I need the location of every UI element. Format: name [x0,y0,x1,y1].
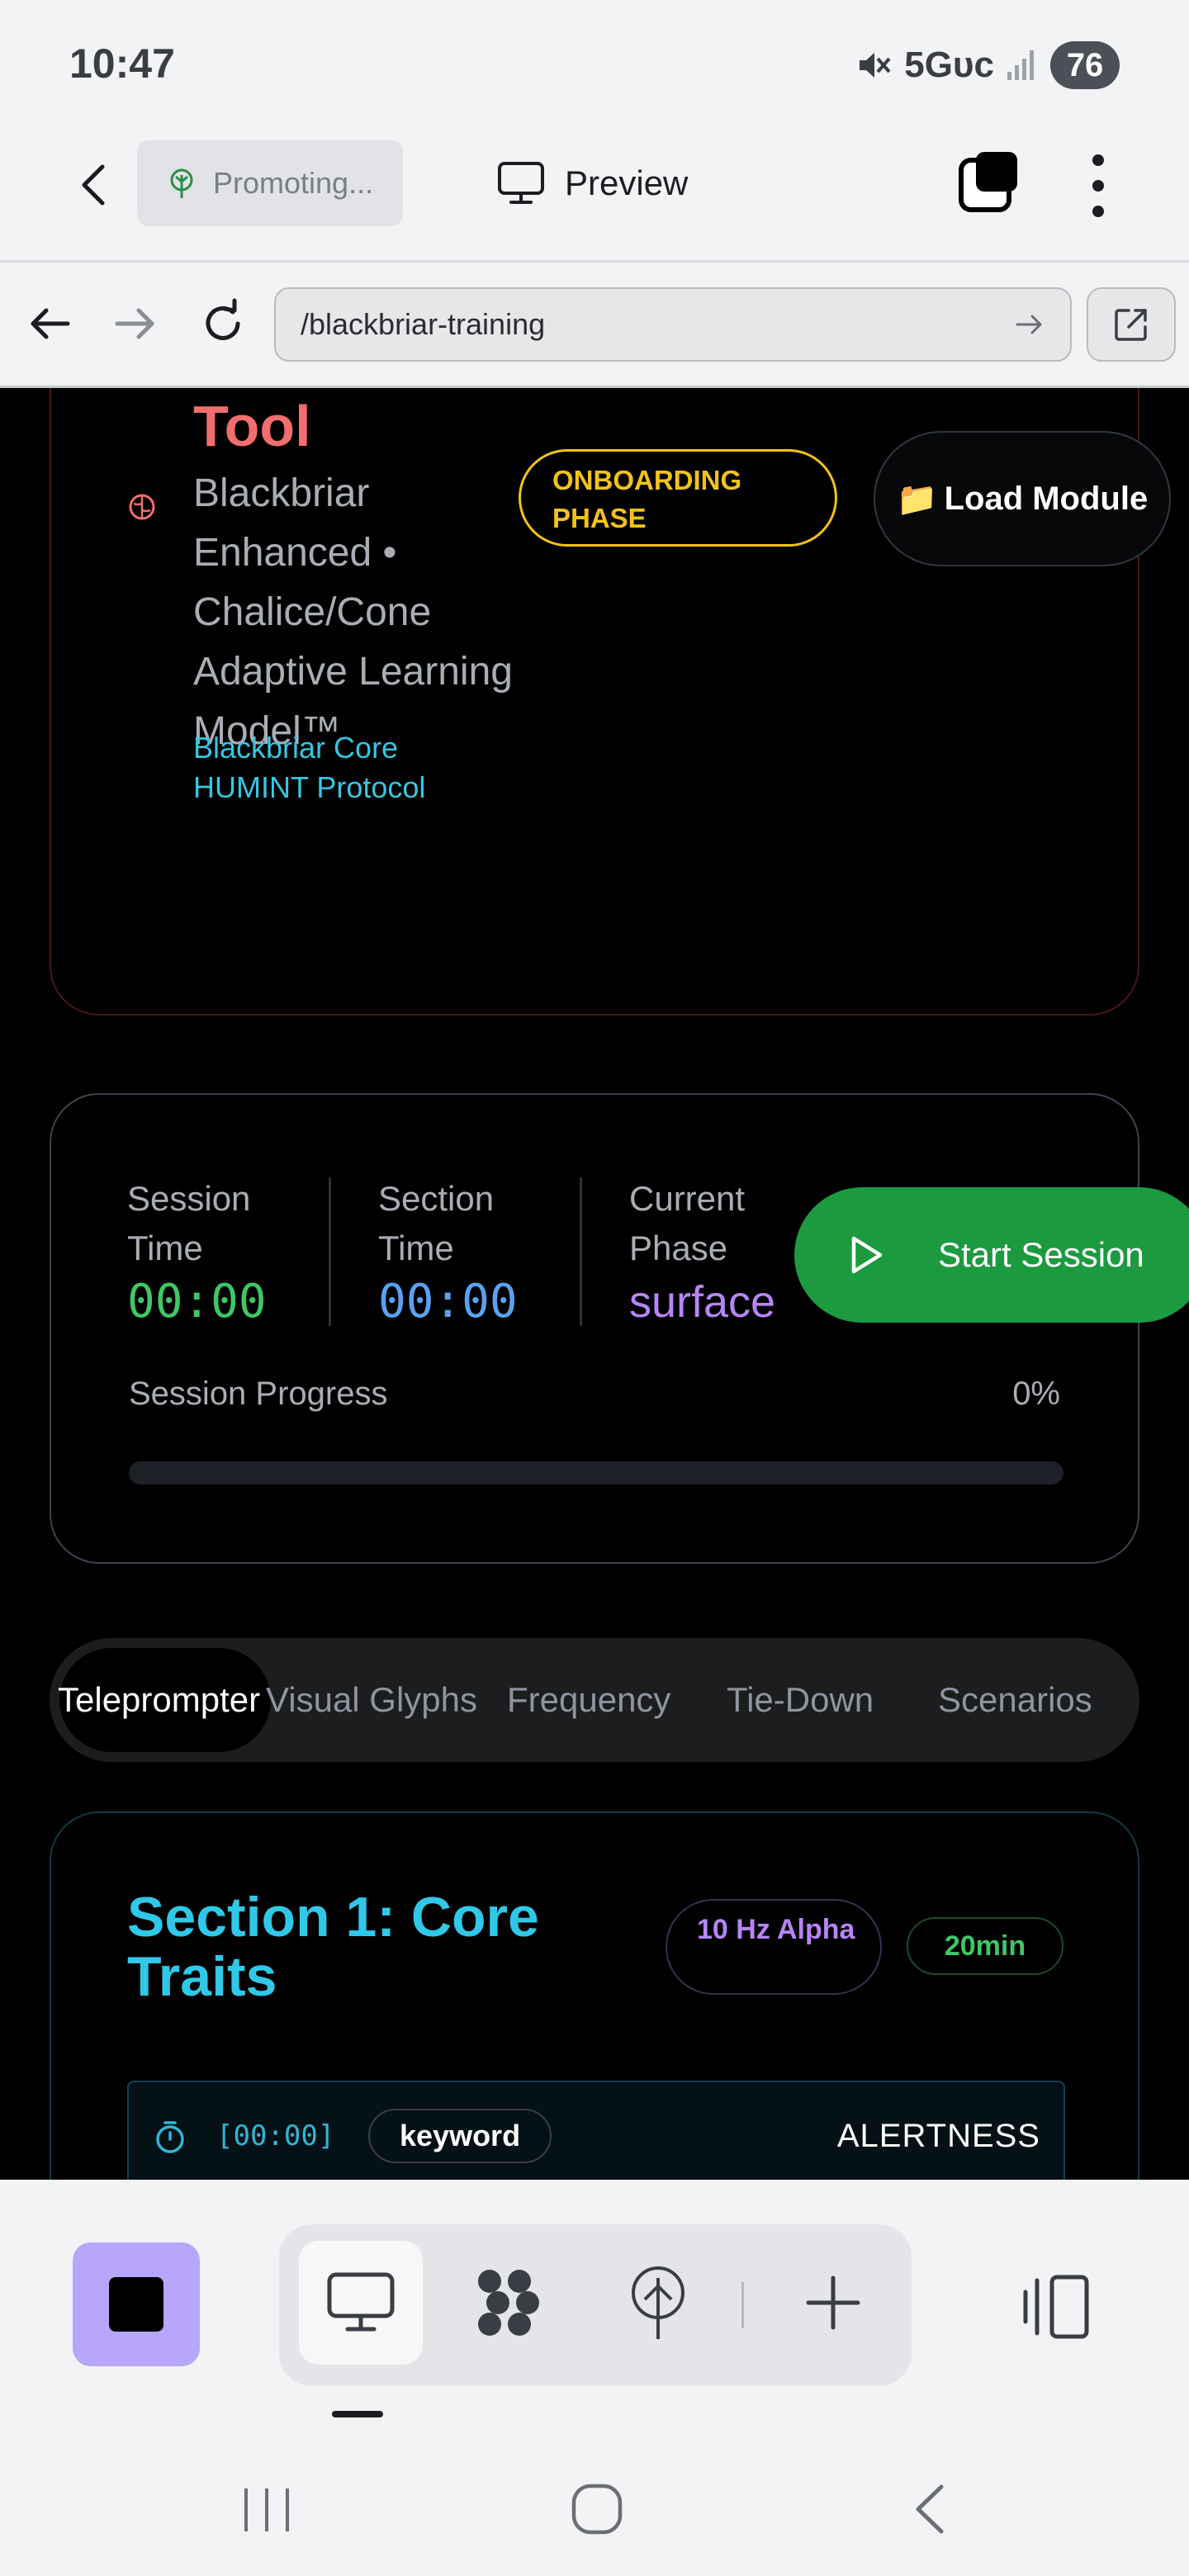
url-text: /blackbriar-training [301,307,546,341]
system-back-icon[interactable] [908,2482,950,2536]
more-options-icon[interactable] [1073,149,1123,223]
network-indicator: 5Gᴜᴄ [904,45,994,85]
browser-toolbar: /blackbriar-training [0,263,1189,388]
promoting-chip[interactable]: Promoting... [137,140,403,226]
current-phase-label: Current Phase [629,1179,746,1267]
external-link-icon [1115,309,1147,341]
app-header: Promoting... Preview [0,124,1189,263]
start-session-button[interactable]: Start Session [794,1187,1189,1323]
folder-icon: 📁 [896,481,938,518]
progress-percent: 0% [1012,1376,1060,1412]
session-time-label: Session Time [127,1179,251,1267]
progress-bar [129,1461,1063,1485]
reload-icon[interactable] [197,297,249,350]
section-card: Section 1: Core Traits 10 Hz Alpha 20min… [50,1811,1139,2180]
add-button[interactable] [771,2241,895,2365]
section-title: Section 1: Core Traits [127,1886,539,2008]
tab-bar: Teleprompter Visual Glyphs Frequency Tie… [50,1638,1139,1762]
stop-button[interactable] [73,2242,200,2366]
deploy-button[interactable] [596,2241,720,2365]
nav-back-icon[interactable] [23,297,76,350]
brain-icon [129,494,155,520]
stat-divider [580,1177,582,1326]
monitor-icon [327,2272,395,2332]
components-button[interactable] [448,2241,571,2365]
side-panel-icon[interactable] [1017,2274,1092,2340]
battery-indicator: 76 [1050,41,1120,89]
plus-icon [806,2275,860,2330]
status-time: 10:47 [69,40,175,87]
back-arrow-icon[interactable] [66,155,126,215]
tree-icon [170,168,193,198]
section-time-stat: Section Time 00:00 [378,1174,543,1331]
session-card: Session Time 00:00 Section Time 00:00 Cu… [50,1093,1189,1564]
page-subtitle: Blackbriar Enhanced • Chalice/Cone Adapt… [193,471,513,753]
tab-tie-down[interactable]: Tie-Down [727,1638,874,1762]
status-icons: 5Gᴜᴄ 76 [856,40,1120,91]
stop-icon [109,2277,163,2332]
desktop-view-button[interactable] [299,2241,423,2365]
tab-visual-glyphs[interactable]: Visual Glyphs [266,1638,477,1762]
tool-group [279,2224,912,2386]
promoting-label: Promoting... [213,166,374,200]
load-module-label: Load Module [944,480,1149,517]
cue-timestamp: [00:00] [216,2119,335,2152]
dock-indicator [332,2411,383,2417]
session-time-value: 00:00 [127,1275,267,1328]
section-time-value: 00:00 [378,1275,518,1328]
preview-button[interactable]: Preview [497,154,688,213]
bottom-dock [0,2180,1189,2427]
recent-apps-icon[interactable] [238,2485,296,2535]
protocol-label: Blackbriar Core HUMINT Protocol [193,731,426,804]
duration-badge: 20min [907,1917,1063,1975]
page-content: Training Tool Blackbriar Enhanced • Chal… [0,388,1189,2180]
preview-label: Preview [565,163,689,202]
monitor-icon [498,162,544,204]
play-icon [851,1236,883,1274]
open-external-button[interactable] [1087,287,1176,362]
current-phase-stat: Current Phase surface [629,1174,794,1331]
tabs-switcher-icon[interactable] [956,149,1022,215]
nav-forward-icon[interactable] [109,297,162,350]
timer-icon [156,2121,184,2153]
tab-scenarios[interactable]: Scenarios [938,1638,1092,1762]
frequency-badge: 10 Hz Alpha [666,1899,882,1995]
status-bar: 10:47 5Gᴜᴄ 76 [0,0,1189,124]
cue-keyword: ALERTNESS [836,2117,1040,2154]
stat-divider [329,1177,331,1326]
section-time-label: Section Time [378,1179,495,1267]
url-input[interactable]: /blackbriar-training [274,287,1072,362]
tab-frequency[interactable]: Frequency [507,1638,670,1762]
start-session-label: Start Session [938,1235,1144,1274]
cue-row[interactable]: [00:00] keyword ALERTNESS [127,2081,1065,2180]
shapes-icon [478,2270,539,2336]
tree-icon [632,2266,685,2339]
hero-card: Training Tool Blackbriar Enhanced • Chal… [50,388,1171,1016]
tool-divider [741,2282,744,2328]
home-icon[interactable] [570,2482,624,2536]
mute-icon [860,53,891,78]
session-time-stat: Session Time 00:00 [127,1174,292,1331]
go-arrow-icon[interactable] [1012,308,1045,341]
tab-teleprompter[interactable]: Teleprompter [58,1638,260,1762]
page-title: Training Tool [193,394,311,458]
cue-tag: keyword [368,2109,552,2163]
system-nav-bar [0,2427,1189,2576]
progress-label: Session Progress [129,1376,388,1412]
phase-badge: ONBOARDING PHASE [519,449,837,547]
current-phase-value: surface [629,1277,776,1327]
load-module-button[interactable]: 📁 Load Module [874,431,1171,566]
signal-icon [1007,50,1034,80]
